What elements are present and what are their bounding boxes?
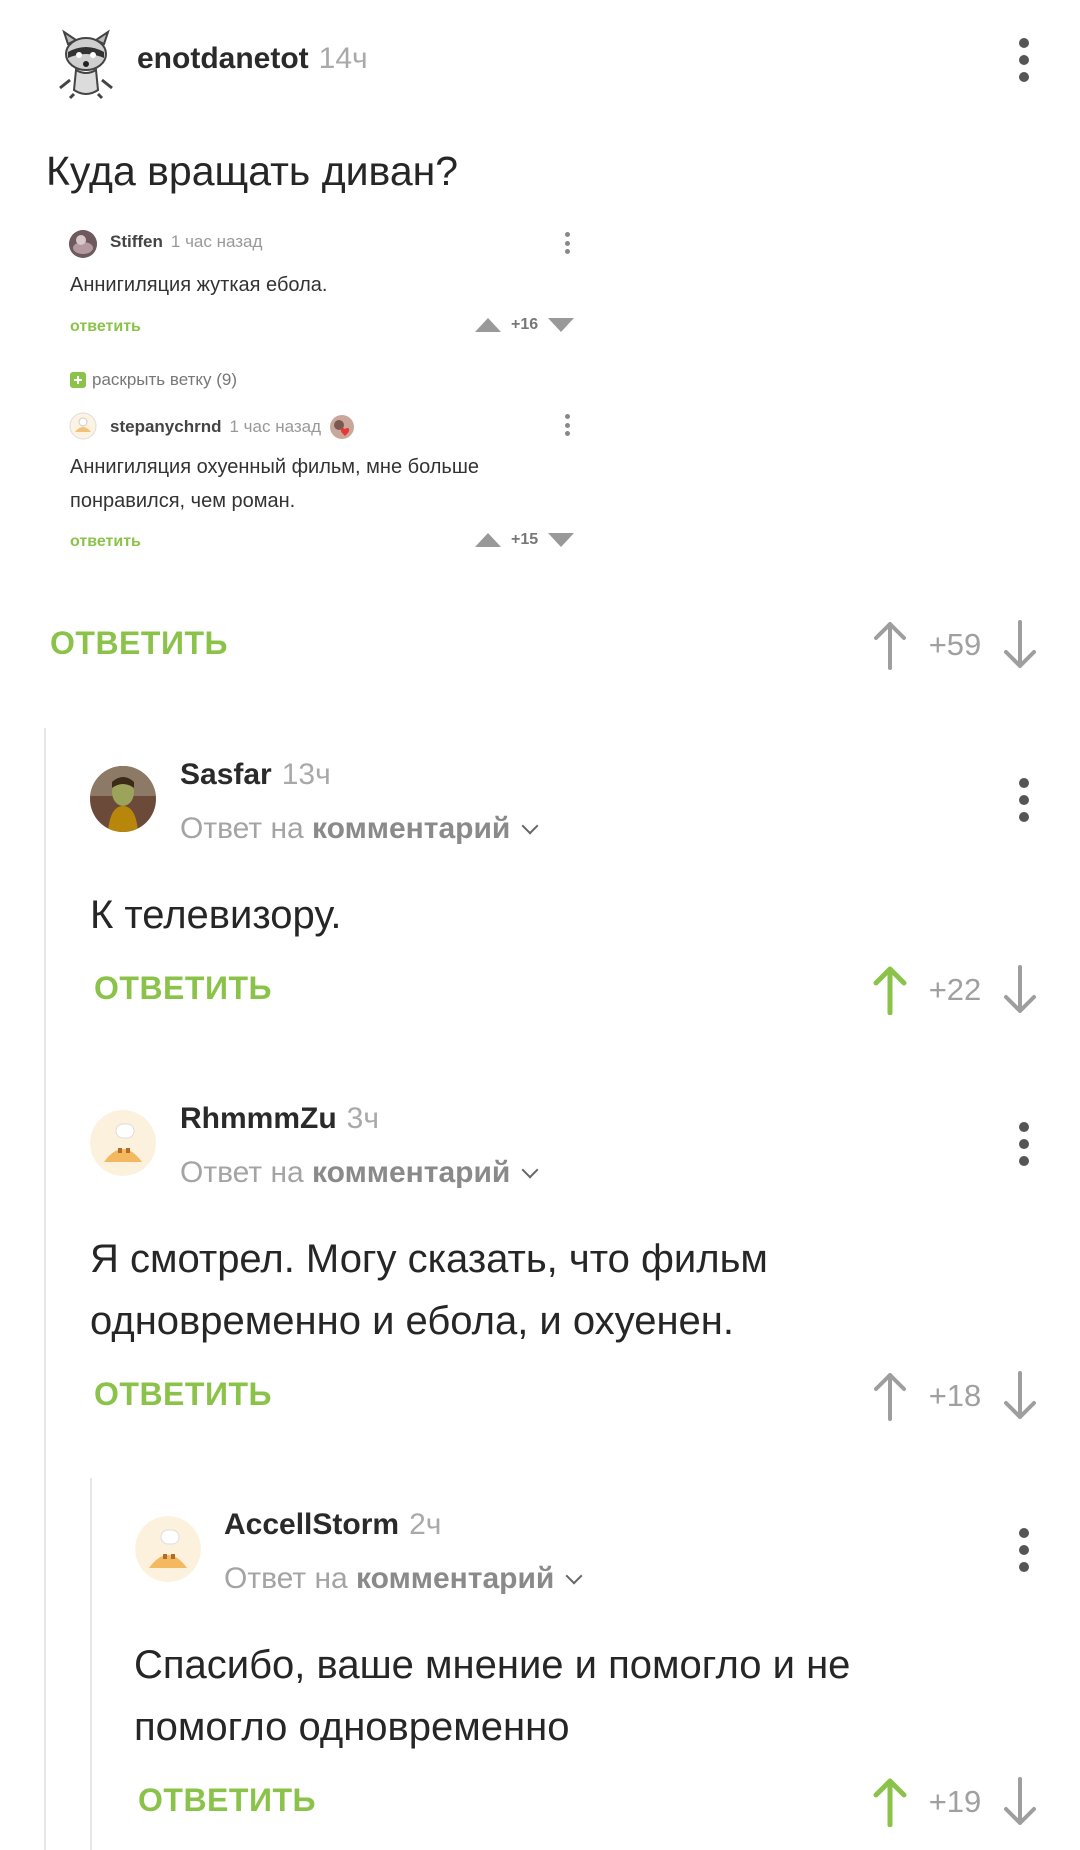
reply-to-link[interactable]: Ответ на комментарий [224, 1562, 583, 1596]
reply-button[interactable]: ОТВЕТИТЬ [50, 625, 228, 662]
embedded-screenshot-image[interactable]: Stiffen 1 час назад Аннигиляция жуткая еб… [60, 220, 620, 560]
embed-expand-thread: раскрыть ветку (9) [70, 370, 237, 390]
comment-time: 2ч [409, 1508, 442, 1541]
vote-score: +59 [928, 627, 982, 662]
stepanychrnd-avatar [69, 412, 97, 440]
embed-comment-1-header: Stiffen 1 час назад [110, 232, 262, 252]
comment-text-line1: Спасибо, ваше мнение и помогло и не [134, 1643, 851, 1687]
embed-text-1: Аннигиляция жуткая ебола. [70, 274, 328, 296]
embed-author-1: Stiffen [110, 232, 163, 251]
portrait-avatar-icon [90, 766, 156, 832]
comment-accellstorm: AccellStorm 2ч Ответ на комментарий Спаси… [0, 1490, 1080, 1850]
downvote-arrow-icon[interactable] [1000, 620, 1040, 670]
reply-to-prefix: Ответ на [180, 812, 304, 845]
embed-comment-2-header: stepanychrnd 1 час назад [110, 414, 355, 440]
avatar[interactable] [50, 28, 122, 100]
comment-text-line1: Я смотрел. Могу сказать, что фильм [90, 1237, 768, 1281]
chevron-down-icon[interactable] [521, 817, 539, 835]
chevron-down-icon[interactable] [521, 1161, 539, 1179]
upvote-arrow-icon[interactable] [870, 1777, 910, 1827]
author-name[interactable]: AccellStorm 2ч [224, 1508, 441, 1542]
author-username[interactable]: AccellStorm [224, 1508, 399, 1541]
upvote-arrow-icon[interactable] [870, 620, 910, 670]
badge-heart-icon [330, 415, 355, 439]
reply-to-target[interactable]: комментарий [312, 1156, 510, 1189]
author-username[interactable]: enotdanetot [137, 42, 309, 75]
vote-bar: +22 [870, 960, 1040, 1020]
more-options-icon[interactable] [1018, 1528, 1030, 1572]
comment-sasfar: Sasfar 13ч Ответ на комментарий К телевиз… [0, 740, 1080, 1060]
comment-rhmmmzu: RhmmmZu 3ч Ответ на комментарий Я смотрел… [0, 1084, 1080, 1464]
embed-up-triangle-icon [475, 318, 501, 332]
vote-bar: +59 [870, 615, 1040, 675]
comment-time: 3ч [346, 1102, 379, 1135]
comment-time: 13ч [281, 758, 331, 791]
reply-to-prefix: Ответ на [224, 1562, 348, 1595]
embed-text-2-line1: Аннигиляция охуенный фильм, мне больше [70, 456, 480, 478]
upvote-arrow-icon[interactable] [870, 965, 910, 1015]
stiffen-avatar [69, 230, 97, 258]
author-name[interactable]: Sasfar 13ч [180, 758, 331, 792]
embed-down-triangle-icon [548, 318, 575, 332]
more-options-icon[interactable] [1018, 1122, 1030, 1166]
vote-score: +18 [928, 1378, 982, 1413]
reply-to-target[interactable]: комментарий [312, 812, 510, 845]
embed-down-triangle-icon [548, 533, 575, 547]
embed-time-2: 1 час назад [229, 417, 322, 436]
avatar[interactable] [135, 1516, 201, 1582]
embed-reply-1: ответить [70, 318, 141, 335]
embed-kebab-icon [565, 232, 571, 254]
downvote-arrow-icon[interactable] [1000, 965, 1040, 1015]
avatar[interactable] [90, 1110, 156, 1176]
avatar[interactable] [90, 766, 156, 832]
embed-score-1: +16 [511, 316, 539, 333]
reply-button[interactable]: ОТВЕТИТЬ [94, 970, 272, 1007]
vote-bar: +19 [870, 1772, 1040, 1832]
plus-square-icon [70, 372, 86, 388]
embed-votes-1: +16 [475, 316, 575, 334]
vote-score: +19 [928, 1784, 982, 1819]
downvote-arrow-icon[interactable] [1000, 1371, 1040, 1421]
default-avatar-icon [90, 1110, 156, 1176]
author-username[interactable]: RhmmmZu [180, 1102, 337, 1135]
reply-to-target[interactable]: комментарий [356, 1562, 554, 1595]
comment-text-line2: помогло одновременно [134, 1705, 570, 1749]
embed-up-triangle-icon [475, 533, 501, 547]
root-comment: enotdanetot 14ч Куда вращать диван? Stiff… [0, 0, 1080, 700]
reply-button[interactable]: ОТВЕТИТЬ [94, 1376, 272, 1413]
post-title: Куда вращать диван? [46, 148, 459, 194]
more-options-icon[interactable] [1018, 38, 1030, 82]
embed-text-2-line2: понравился, чем роман. [70, 490, 296, 512]
upvote-arrow-icon[interactable] [870, 1371, 910, 1421]
embed-expand-label: раскрыть ветку (9) [92, 370, 238, 389]
embed-reply-2: ответить [70, 533, 141, 550]
post-time: 14ч [318, 42, 368, 75]
reply-button[interactable]: ОТВЕТИТЬ [138, 1782, 316, 1819]
vote-score: +22 [928, 972, 982, 1007]
vote-bar: +18 [870, 1366, 1040, 1426]
embed-author-2: stepanychrnd [110, 417, 222, 436]
author-name[interactable]: enotdanetot 14ч [137, 42, 368, 76]
reply-to-prefix: Ответ на [180, 1156, 304, 1189]
embed-votes-2: +15 [475, 531, 575, 549]
comment-text: К телевизору. [90, 893, 342, 937]
reply-to-link[interactable]: Ответ на комментарий [180, 812, 539, 846]
chevron-down-icon[interactable] [565, 1567, 583, 1585]
comment-text-line2: одновременно и ебола, и охуенен. [90, 1299, 735, 1343]
embed-score-2: +15 [511, 531, 539, 548]
author-name[interactable]: RhmmmZu 3ч [180, 1102, 379, 1136]
embed-kebab-icon-2 [565, 414, 571, 436]
more-options-icon[interactable] [1018, 778, 1030, 822]
reply-to-link[interactable]: Ответ на комментарий [180, 1156, 539, 1190]
downvote-arrow-icon[interactable] [1000, 1777, 1040, 1827]
embed-time-1: 1 час назад [170, 232, 263, 251]
author-username[interactable]: Sasfar [180, 758, 272, 791]
default-avatar-icon [135, 1516, 201, 1582]
raccoon-avatar-icon [50, 28, 122, 100]
